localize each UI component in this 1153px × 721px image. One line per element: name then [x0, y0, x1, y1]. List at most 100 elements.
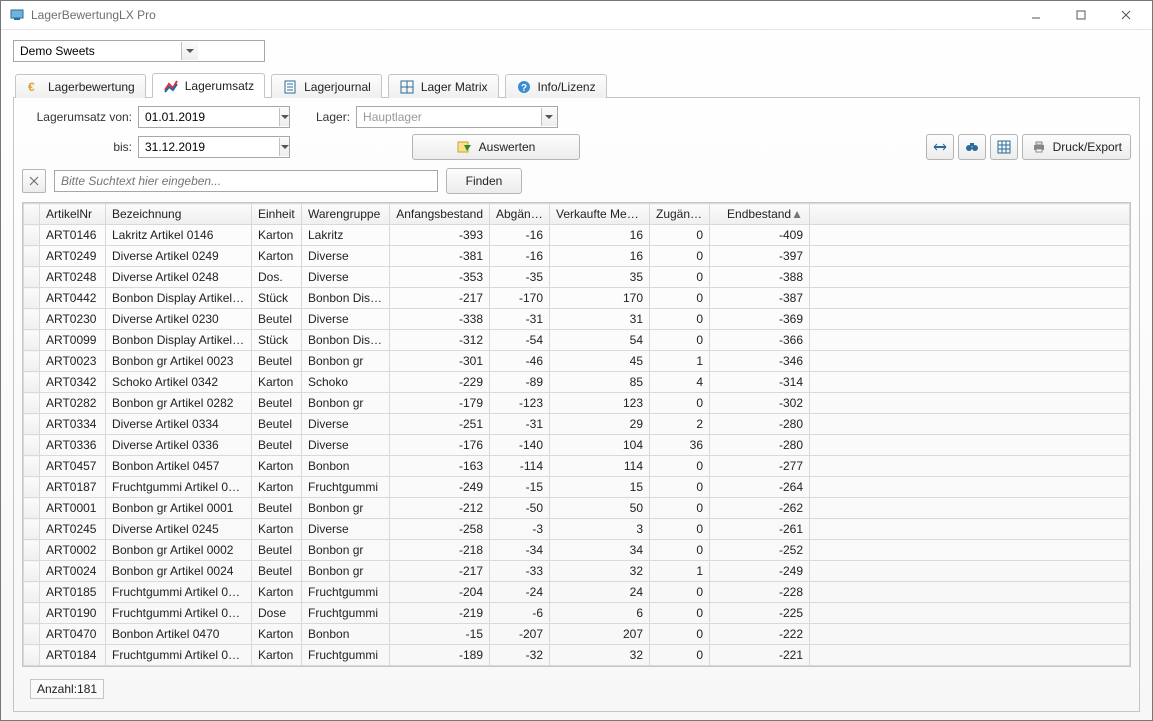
row-header[interactable] — [24, 267, 40, 288]
col-einheit[interactable]: Einheit — [252, 204, 302, 225]
tab-lagerbewertung[interactable]: €Lagerbewertung — [15, 74, 146, 98]
cell-zugaenge: 0 — [650, 519, 710, 540]
tab-lagerjournal[interactable]: Lagerjournal — [271, 74, 382, 98]
window-minimize-button[interactable] — [1013, 4, 1058, 26]
cell-filler — [810, 603, 1130, 624]
table-row[interactable]: ART0342Schoko Artikel 0342KartonSchoko-2… — [24, 372, 1130, 393]
tab-lagermatrix[interactable]: Lager Matrix — [388, 74, 499, 98]
table-row[interactable]: ART0457Bonbon Artikel 0457KartonBonbon-1… — [24, 456, 1130, 477]
col-rowselector[interactable] — [24, 204, 40, 225]
col-abgaenge[interactable]: Abgänge — [490, 204, 550, 225]
table-row[interactable]: ART0099Bonbon Display Artikel 0099StückB… — [24, 330, 1130, 351]
export-button[interactable]: Druck/Export — [1022, 134, 1131, 160]
table-row[interactable]: ART0470Bonbon Artikel 0470KartonBonbon-1… — [24, 624, 1130, 645]
row-header[interactable] — [24, 645, 40, 666]
row-header[interactable] — [24, 225, 40, 246]
cell-abgaenge: -33 — [490, 561, 550, 582]
date-bis-value[interactable] — [139, 138, 279, 156]
table-row[interactable]: ART0442Bonbon Display Artikel 0442StückB… — [24, 288, 1130, 309]
row-header[interactable] — [24, 582, 40, 603]
auswerten-button[interactable]: Auswerten — [412, 134, 580, 160]
infolizenz-icon: ? — [516, 79, 532, 95]
table-row[interactable]: ART0336Diverse Artikel 0336BeutelDiverse… — [24, 435, 1130, 456]
table-row[interactable]: ART0282Bonbon gr Artikel 0282BeutelBonbo… — [24, 393, 1130, 414]
col-warengruppe[interactable]: Warengruppe — [302, 204, 390, 225]
find-button[interactable] — [958, 134, 986, 160]
label-von: Lagerumsatz von: — [22, 110, 132, 124]
table-row[interactable]: ART0248Diverse Artikel 0248Dos.Diverse-3… — [24, 267, 1130, 288]
row-header[interactable] — [24, 372, 40, 393]
col-verkaufte-menge[interactable]: Verkaufte Menge — [550, 204, 650, 225]
cell-anfangsbestand: -249 — [390, 477, 490, 498]
lager-value[interactable] — [357, 108, 541, 126]
table-row[interactable]: ART0249Diverse Artikel 0249KartonDiverse… — [24, 246, 1130, 267]
row-header[interactable] — [24, 393, 40, 414]
grid-options-button[interactable] — [990, 134, 1018, 160]
cell-warengruppe: Bonbon Display — [302, 288, 390, 309]
row-header[interactable] — [24, 246, 40, 267]
cell-endbestand: -228 — [710, 582, 810, 603]
tab-infolizenz[interactable]: ?Info/Lizenz — [505, 74, 607, 98]
cell-warengruppe: Bonbon gr — [302, 393, 390, 414]
mandant-value[interactable] — [14, 42, 181, 60]
search-submit-button[interactable]: Finden — [446, 168, 522, 194]
table-row[interactable]: ART0187Fruchtgummi Artikel 0187KartonFru… — [24, 477, 1130, 498]
row-header[interactable] — [24, 435, 40, 456]
window-maximize-button[interactable] — [1058, 4, 1103, 26]
col-endbestand[interactable]: Endbestand▲ — [710, 204, 810, 225]
date-bis-field[interactable] — [138, 136, 290, 158]
col-zugaenge[interactable]: Zugänge — [650, 204, 710, 225]
cell-filler — [810, 582, 1130, 603]
col-anfangsbestand[interactable]: Anfangsbestand — [390, 204, 490, 225]
cell-endbestand: -387 — [710, 288, 810, 309]
lager-select[interactable] — [356, 106, 558, 128]
table-row[interactable]: ART0190Fruchtgummi Artikel 0190DoseFruch… — [24, 603, 1130, 624]
window-close-button[interactable] — [1103, 4, 1148, 26]
row-header[interactable] — [24, 561, 40, 582]
row-header[interactable] — [24, 624, 40, 645]
chevron-down-icon[interactable] — [279, 138, 289, 156]
table-row[interactable]: ART0184Fruchtgummi Artikel 0184KartonFru… — [24, 645, 1130, 666]
cell-einheit: Karton — [252, 456, 302, 477]
table-row[interactable]: ART0146Lakritz Artikel 0146KartonLakritz… — [24, 225, 1130, 246]
date-von-value[interactable] — [139, 108, 279, 126]
row-header[interactable] — [24, 540, 40, 561]
row-header[interactable] — [24, 351, 40, 372]
table-row[interactable]: ART0024Bonbon gr Artikel 0024BeutelBonbo… — [24, 561, 1130, 582]
table-row[interactable]: ART0002Bonbon gr Artikel 0002BeutelBonbo… — [24, 540, 1130, 561]
row-header[interactable] — [24, 330, 40, 351]
table-row[interactable]: ART0001Bonbon gr Artikel 0001BeutelBonbo… — [24, 498, 1130, 519]
chevron-down-icon[interactable] — [279, 108, 289, 126]
row-header[interactable] — [24, 519, 40, 540]
row-header[interactable] — [24, 498, 40, 519]
cell-zugaenge: 0 — [650, 309, 710, 330]
row-header[interactable] — [24, 288, 40, 309]
row-header[interactable] — [24, 477, 40, 498]
cell-filler — [810, 330, 1130, 351]
row-header[interactable] — [24, 603, 40, 624]
tab-lagerumsatz[interactable]: Lagerumsatz — [152, 73, 265, 98]
table-row[interactable]: ART0245Diverse Artikel 0245KartonDiverse… — [24, 519, 1130, 540]
col-artikelnr[interactable]: ArtikelNr — [40, 204, 106, 225]
cell-zugaenge: 0 — [650, 540, 710, 561]
clear-search-button[interactable] — [22, 169, 46, 193]
table-row[interactable]: ART0334Diverse Artikel 0334BeutelDiverse… — [24, 414, 1130, 435]
grid-scroll[interactable]: ArtikelNr Bezeichnung Einheit Warengrupp… — [23, 203, 1130, 666]
search-input[interactable] — [55, 172, 437, 190]
col-bezeichnung[interactable]: Bezeichnung — [106, 204, 252, 225]
chevron-down-icon[interactable] — [181, 42, 198, 60]
table-row[interactable]: ART0185Fruchtgummi Artikel 0185KartonFru… — [24, 582, 1130, 603]
cell-endbestand: -262 — [710, 498, 810, 519]
row-header[interactable] — [24, 456, 40, 477]
row-header[interactable] — [24, 414, 40, 435]
cell-einheit: Karton — [252, 225, 302, 246]
row-header[interactable] — [24, 309, 40, 330]
cell-anfangsbestand: -219 — [390, 603, 490, 624]
cell-bezeichnung: Diverse Artikel 0249 — [106, 246, 252, 267]
autofit-columns-button[interactable] — [926, 134, 954, 160]
table-row[interactable]: ART0023Bonbon gr Artikel 0023BeutelBonbo… — [24, 351, 1130, 372]
table-row[interactable]: ART0230Diverse Artikel 0230BeutelDiverse… — [24, 309, 1130, 330]
chevron-down-icon[interactable] — [541, 108, 557, 126]
mandant-select[interactable] — [13, 40, 265, 62]
date-von-field[interactable] — [138, 106, 290, 128]
